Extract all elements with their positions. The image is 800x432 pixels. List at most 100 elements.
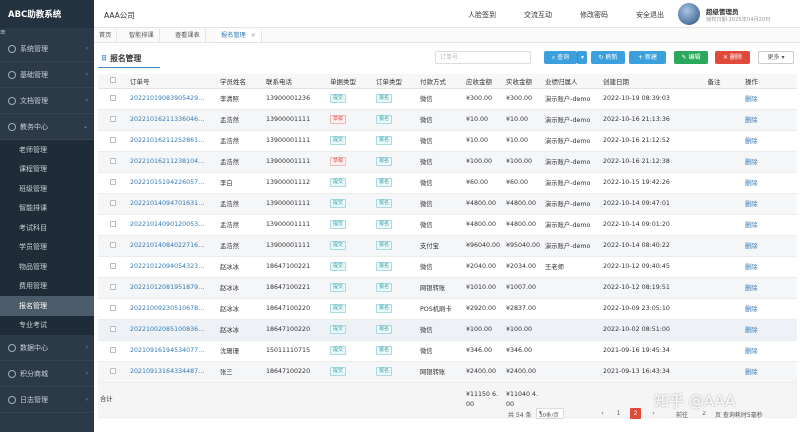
sidebar-item-teachers[interactable]: 老师管理 <box>0 140 94 160</box>
order-number-value[interactable]: 20221002085100836… <box>130 326 204 333</box>
column-header[interactable]: 应收金额 <box>464 74 504 89</box>
query-dropdown-button[interactable]: ▾ <box>577 51 587 64</box>
more-button[interactable]: 更多 ▾ <box>758 51 794 64</box>
order-number-value[interactable]: 20221016211336046… <box>130 116 204 123</box>
row-checkbox[interactable] <box>110 157 116 164</box>
table-row[interactable]: 20221014090120053… 孟浩然 13900001111 提交 报名 微信 ¥4… <box>98 214 797 236</box>
delete-row-link[interactable]: 删除 <box>745 180 758 187</box>
nav-group-docs[interactable]: 文档管理 ‹ <box>0 88 94 114</box>
row-checkbox[interactable] <box>110 262 116 269</box>
order-number-value[interactable]: 20221016211252861… <box>130 137 204 144</box>
nav-group-data-center[interactable]: 数据中心 ‹ <box>0 335 94 361</box>
row-checkbox[interactable] <box>110 136 116 143</box>
edit-button[interactable]: ✎ 编辑 <box>674 51 708 64</box>
table-row[interactable]: 20210913164334487… 张三 18647100220 提交 报名 网银转账 ¥… <box>98 361 797 383</box>
sidebar-item-students[interactable]: 学员管理 <box>0 238 94 258</box>
row-checkbox[interactable] <box>110 367 116 374</box>
select-all-checkbox[interactable] <box>110 76 116 83</box>
table-row[interactable]: 20221016211238104… 孟浩然 13900001111 草稿 报名 微信 ¥1… <box>98 151 797 173</box>
row-checkbox[interactable] <box>110 199 116 206</box>
sidebar-item-courses[interactable]: 课程管理 <box>0 160 94 180</box>
row-checkbox[interactable] <box>110 325 116 332</box>
delete-row-link[interactable]: 删除 <box>745 138 758 145</box>
column-header[interactable]: 学员姓名 <box>218 74 264 89</box>
order-number-value[interactable]: 20221012094054323… <box>130 263 204 270</box>
delete-row-link[interactable]: 删除 <box>745 96 758 103</box>
order-number-value[interactable]: 20221014094701631… <box>130 200 204 207</box>
table-row[interactable]: 20221002085100836… 赵冰冰 18647100220 提交 报名 微信 ¥1… <box>98 319 797 341</box>
delete-row-link[interactable]: 删除 <box>745 222 758 229</box>
row-checkbox[interactable] <box>110 94 116 101</box>
new-button[interactable]: + 新建 <box>629 51 666 64</box>
nav-group-logs[interactable]: 日志管理 ‹ <box>0 387 94 413</box>
tab-timetable[interactable]: 查看课表 <box>170 29 206 42</box>
page-1-button[interactable]: 1 <box>613 408 624 419</box>
table-row[interactable]: 20221014094701631… 孟浩然 13900001111 提交 报名 微信 ¥4… <box>98 193 797 215</box>
column-header[interactable]: 实收金额 <box>504 74 543 89</box>
search-input[interactable] <box>435 51 531 64</box>
row-checkbox[interactable] <box>110 115 116 122</box>
sidebar-item-scheduling[interactable]: 智能排课 <box>0 199 94 219</box>
tab-home[interactable]: 首页 <box>94 29 118 42</box>
sidebar-item-fees[interactable]: 费用管理 <box>0 277 94 297</box>
column-header[interactable]: 创建日期 <box>601 74 685 89</box>
column-header[interactable]: 业绩归属人 <box>543 74 601 89</box>
row-checkbox[interactable] <box>110 346 116 353</box>
sidebar-item-exam-subjects[interactable]: 考试科目 <box>0 218 94 238</box>
tab-enrollment[interactable]: 报名管理 × <box>216 29 262 42</box>
column-header[interactable]: 订单号 <box>128 74 218 89</box>
row-checkbox[interactable] <box>110 178 116 185</box>
order-number-value[interactable]: 20221014090120053… <box>130 221 204 228</box>
row-checkbox[interactable] <box>110 283 116 290</box>
order-number-value[interactable]: 20210913164334487… <box>130 368 204 375</box>
table-row[interactable]: 20221016211336046… 孟浩然 13900001111 草稿 报名 微信 ¥1… <box>98 109 797 131</box>
table-row[interactable]: 20221009230510678… 赵冰冰 18647100220 提交 报名 POS机… <box>98 298 797 320</box>
page-size-select[interactable]: 30条/页 ▾ <box>536 408 564 419</box>
delete-row-link[interactable]: 删除 <box>745 285 758 292</box>
query-button[interactable]: ⌕ 查询 <box>544 51 577 64</box>
order-number-value[interactable]: 20210916194534077… <box>130 347 204 354</box>
sidebar-item-enrollment[interactable]: 报名管理 <box>0 296 94 316</box>
table-row[interactable]: 20221016211252861… 孟浩然 13900001111 提交 报名 微信 ¥1… <box>98 130 797 152</box>
delete-row-link[interactable]: 删除 <box>745 117 758 124</box>
delete-row-link[interactable]: 删除 <box>745 327 758 334</box>
table-row[interactable]: 20221014084022716… 孟浩然 13900001111 提交 报名 支付宝 ¥… <box>98 235 797 257</box>
page-2-button[interactable]: 2 <box>630 408 641 419</box>
column-header[interactable]: 订单类型 <box>374 74 418 89</box>
order-number-value[interactable]: 20221009230510678… <box>130 305 204 312</box>
nav-group-academic[interactable]: 教务中心 ⌄ <box>0 114 94 140</box>
row-checkbox[interactable] <box>110 304 116 311</box>
order-number-value[interactable]: 20221016211238104… <box>130 158 204 165</box>
order-number-value[interactable]: 20221014084022716… <box>130 242 204 249</box>
column-header[interactable]: 操作 <box>743 74 797 89</box>
table-row[interactable]: 20210916194534077… 沈珊珊 15011110715 提交 报名 微信 ¥3… <box>98 340 797 362</box>
prev-page-button[interactable]: ‹ <box>597 408 608 419</box>
delete-button[interactable]: ✕ 删除 <box>715 51 750 64</box>
table-row[interactable]: 20221012094054323… 赵冰冰 18647100221 提交 报名 微信 ¥2… <box>98 256 797 278</box>
face-checkin-link[interactable]: 人脸签到 <box>468 10 496 20</box>
logout-link[interactable]: 安全退出 <box>636 10 664 20</box>
table-row[interactable]: 20221019083905429… 李清照 13900001236 提交 报名 微信 ¥3… <box>98 88 797 110</box>
row-checkbox[interactable] <box>110 241 116 248</box>
nav-group-basic[interactable]: 基础管理 ‹ <box>0 62 94 88</box>
sidebar-item-goods[interactable]: 物品管理 <box>0 257 94 277</box>
nav-group-points-mall[interactable]: 积分商城 ‹ <box>0 361 94 387</box>
close-icon[interactable]: × <box>251 32 256 39</box>
delete-row-link[interactable]: 删除 <box>745 201 758 208</box>
column-header[interactable]: 付款方式 <box>418 74 464 89</box>
tab-scheduling[interactable]: 智能排课 <box>124 29 160 42</box>
row-checkbox[interactable] <box>110 220 116 227</box>
avatar[interactable] <box>678 3 700 25</box>
delete-row-link[interactable]: 删除 <box>745 159 758 166</box>
communication-link[interactable]: 交流互动 <box>524 10 552 20</box>
table-row[interactable]: 20221012081951879… 赵冰冰 18647100221 提交 报名 网银转账… <box>98 277 797 299</box>
column-header[interactable]: 单据类型 <box>328 74 374 89</box>
menu-toggle-icon[interactable]: ≡ <box>0 28 6 36</box>
order-number-value[interactable]: 20221019083905429… <box>130 95 204 102</box>
delete-row-link[interactable]: 删除 <box>745 243 758 250</box>
sidebar-item-classes[interactable]: 班级管理 <box>0 179 94 199</box>
change-password-link[interactable]: 修改密码 <box>580 10 608 20</box>
delete-row-link[interactable]: 删除 <box>745 369 758 376</box>
delete-row-link[interactable]: 删除 <box>745 348 758 355</box>
delete-row-link[interactable]: 删除 <box>745 306 758 313</box>
